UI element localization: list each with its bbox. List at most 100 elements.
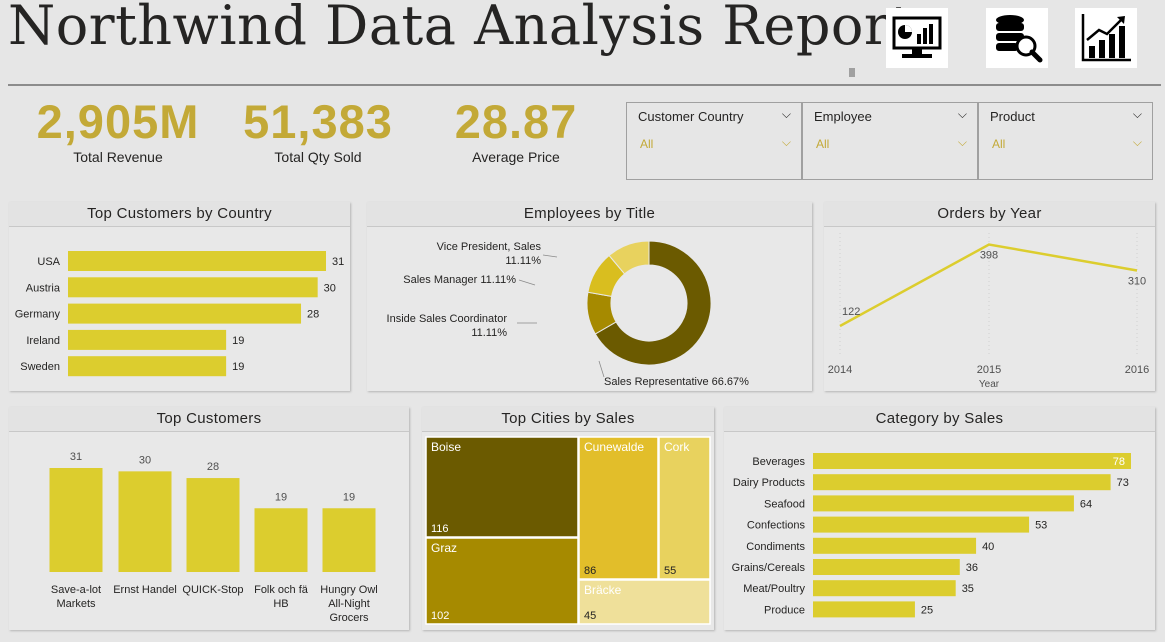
bar-value-label: 40 <box>982 541 994 553</box>
chevron-down-icon[interactable]: ⌵ <box>958 107 967 122</box>
column <box>254 508 308 572</box>
column-category-label: Markets <box>56 598 96 610</box>
slicer-value: All <box>992 137 1006 151</box>
panel-employees-by-title[interactable]: Employees by Title Sales Representative … <box>367 202 812 391</box>
tile-label: Cunewalde <box>584 440 644 454</box>
slice-label: Sales Manager 11.11% <box>403 274 516 286</box>
bar <box>68 303 302 324</box>
slicer-label: Employee <box>814 109 872 124</box>
column-value-label: 19 <box>275 491 287 503</box>
bar <box>813 537 977 554</box>
bar-category-label: Austria <box>26 282 61 294</box>
bar-category-label: USA <box>37 256 60 268</box>
column-category-label: Folk och fä <box>254 584 309 596</box>
orders-line-chart[interactable]: 122 398 310 2014 2015 2016 Year <box>824 227 1155 391</box>
tile-label: Cork <box>664 440 690 454</box>
chevron-down-icon[interactable]: ⌵ <box>958 135 967 150</box>
kpi-total-qty: 51,383 Total Qty Sold <box>218 94 418 165</box>
database-search-icon[interactable] <box>986 8 1048 68</box>
bar-category-label: Grains/Cereals <box>732 562 806 574</box>
column <box>118 471 172 572</box>
resize-handle <box>849 68 855 77</box>
x-tick-label: 2016 <box>1125 364 1149 376</box>
bar-category-label: Ireland <box>26 335 60 347</box>
bar-value-label: 78 <box>1113 456 1125 468</box>
bar-value-label: 28 <box>307 309 319 321</box>
dashboard-monitor-icon[interactable] <box>886 8 948 68</box>
column-category-label: Grocers <box>329 612 369 624</box>
tile-label: Bräcke <box>584 583 622 597</box>
tile-value: 102 <box>431 610 449 622</box>
leader-line <box>598 360 605 378</box>
column-value-label: 31 <box>70 451 82 463</box>
kpi-label: Average Price <box>472 149 560 165</box>
panel-category-by-sales[interactable]: Category by Sales Beverages 78 Dairy Produ… <box>724 407 1155 630</box>
bar <box>813 580 956 597</box>
bar-value-label: 36 <box>966 562 978 574</box>
panel-title: Employees by Title <box>367 202 812 227</box>
panel-top-cities[interactable]: Top Cities by Sales Boise 116 Graz 102 Cunew… <box>422 407 714 630</box>
bar <box>68 329 227 350</box>
slicer-label: Customer Country <box>638 109 744 124</box>
bar-category-label: Sweden <box>20 361 60 373</box>
chevron-down-icon[interactable]: ⌵ <box>1133 107 1142 122</box>
treemap-tile <box>658 436 711 580</box>
country-bar-chart[interactable]: USA 31 Austria 30 Germany 28 Ireland 19 Sweden 19 <box>9 227 350 391</box>
bar-category-label: Beverages <box>752 456 805 468</box>
bar-category-label: Seafood <box>764 498 805 510</box>
bar <box>68 251 326 271</box>
panel-orders-by-year[interactable]: Orders by Year 122 398 310 2014 2015 2016 Year <box>824 202 1155 391</box>
kpi-value: 28.87 <box>454 95 578 148</box>
bar <box>813 453 1131 469</box>
bar-value-label: 35 <box>962 583 974 595</box>
bar <box>813 559 960 575</box>
data-label: 310 <box>1128 275 1146 287</box>
bar-value-label: 64 <box>1080 498 1092 510</box>
kpi-average-price: 28.87 Average Price <box>416 94 616 165</box>
column <box>186 478 240 572</box>
kpi-label: Total Qty Sold <box>274 149 362 165</box>
bar-value-label: 53 <box>1035 520 1047 532</box>
column-value-label: 19 <box>343 491 355 503</box>
kpi-label: Total Revenue <box>73 149 163 165</box>
kpi-value: 51,383 <box>243 95 393 148</box>
column-category-label: HB <box>273 598 288 610</box>
page-title: Northwind Data Analysis Report <box>8 0 913 57</box>
slice-label: 11.11% <box>505 255 541 267</box>
panel-top-customers-by-country[interactable]: Top Customers by Country USA 31 Austria 30 G… <box>9 202 350 391</box>
slicer-value: All <box>640 137 654 151</box>
panel-title: Top Customers by Country <box>9 202 350 227</box>
x-axis-label: Year <box>979 379 1000 390</box>
column <box>322 508 376 572</box>
chevron-down-icon[interactable]: ⌵ <box>782 135 791 150</box>
bar-category-label: Dairy Products <box>733 477 806 489</box>
bar <box>68 356 227 377</box>
slicer-customer-country[interactable]: Customer Country ⌵ All ⌵ <box>626 102 802 180</box>
bar <box>813 601 915 618</box>
tile-label: Boise <box>431 440 461 454</box>
column-category-label: All-Night <box>328 598 370 610</box>
tile-label: Graz <box>431 541 457 555</box>
panel-top-customers[interactable]: Top Customers 31 Save-a-lot Markets 30 Ernst… <box>9 407 409 630</box>
cities-treemap[interactable]: Boise 116 Graz 102 Cunewalde 86 Cork 55 Bräcke 45 <box>422 432 714 630</box>
slicer-value: All <box>816 137 830 151</box>
employees-donut-chart[interactable]: Sales Representative 66.67% Inside Sales … <box>367 227 812 391</box>
bar <box>813 495 1074 512</box>
chevron-down-icon[interactable]: ⌵ <box>1133 135 1142 150</box>
category-bar-chart[interactable]: Beverages 78 Dairy Products 73 Seafood 64 Conf… <box>724 432 1155 630</box>
column-value-label: 28 <box>207 461 219 473</box>
x-tick-label: 2014 <box>828 364 852 376</box>
chevron-down-icon[interactable]: ⌵ <box>782 107 791 122</box>
customers-column-chart[interactable]: 31 Save-a-lot Markets 30 Ernst Handel 28 QUICK… <box>9 432 409 630</box>
tile-value: 55 <box>664 565 676 577</box>
slice-label: Vice President, Sales <box>437 241 542 253</box>
bar <box>813 474 1111 491</box>
tile-value: 86 <box>584 565 596 577</box>
bar-category-label: Germany <box>15 309 61 321</box>
slicer-employee[interactable]: Employee ⌵ All ⌵ <box>802 102 978 180</box>
tile-value: 45 <box>584 610 596 622</box>
panel-title: Orders by Year <box>824 202 1155 227</box>
bar-category-label: Meat/Poultry <box>743 583 805 595</box>
growth-chart-icon[interactable] <box>1075 8 1137 68</box>
slicer-product[interactable]: Product ⌵ All ⌵ <box>978 102 1153 180</box>
